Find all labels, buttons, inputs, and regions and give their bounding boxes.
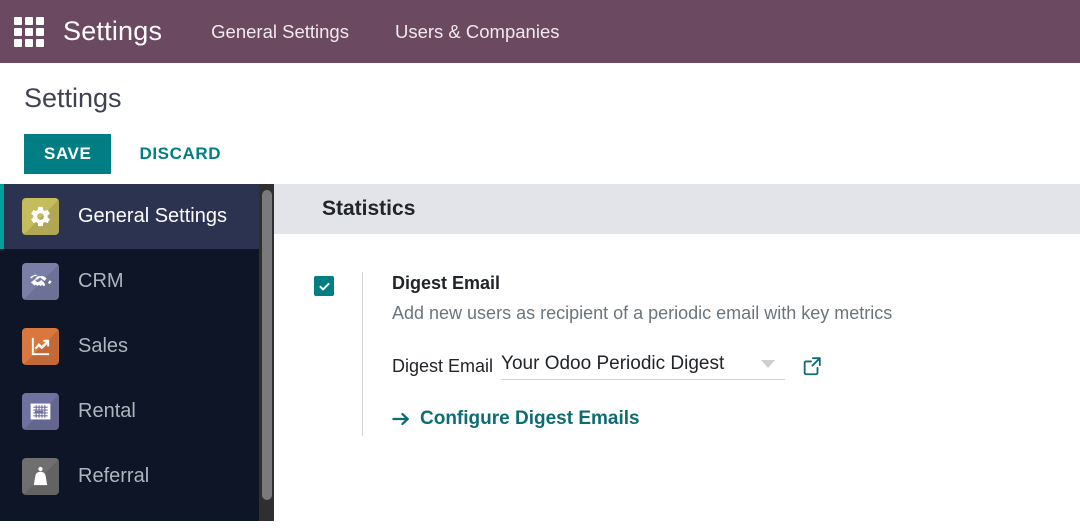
save-button[interactable]: SAVE (24, 134, 112, 174)
settings-main-panel: Statistics Digest Email Add new users as… (274, 184, 1080, 521)
digest-email-select[interactable]: Your Odoo Periodic Digest (501, 352, 786, 380)
configure-digest-emails-link[interactable]: Configure Digest Emails (392, 408, 892, 430)
handshake-icon (22, 263, 59, 300)
sidebar-item-label: Referral (78, 465, 150, 487)
page-title: Settings (24, 83, 122, 113)
apps-grid-icon[interactable] (14, 16, 44, 47)
topmenu-users-companies[interactable]: Users & Companies (395, 21, 560, 43)
brand-title[interactable]: Settings (63, 16, 162, 47)
digest-email-select-value: Your Odoo Periodic Digest (501, 352, 725, 374)
section-band: Statistics (274, 184, 1080, 234)
setting-description: Add new users as recipient of a periodic… (392, 302, 893, 323)
sidebar-item-crm[interactable]: CRM (0, 249, 274, 314)
section-title: Statistics (322, 197, 416, 220)
content-area: General Settings CRM Sales Rental Referr… (0, 184, 1080, 521)
arrow-right-icon (392, 411, 411, 427)
sidebar-item-label: Rental (78, 400, 136, 422)
chevron-down-icon[interactable] (761, 359, 776, 368)
sidebar-item-referral[interactable]: Referral (0, 444, 274, 509)
sidebar-item-label: CRM (78, 270, 124, 292)
configure-digest-emails-label: Configure Digest Emails (420, 407, 640, 429)
sidebar-item-label: General Settings (78, 205, 227, 227)
chart-up-icon (22, 328, 59, 365)
sidebar-item-sales[interactable]: Sales (0, 314, 274, 379)
digest-email-field-row: Digest Email Your Odoo Periodic Digest (392, 353, 892, 380)
external-link-icon[interactable] (801, 355, 823, 377)
topmenu-general-settings[interactable]: General Settings (211, 21, 349, 43)
top-navigation-bar: Settings General Settings Users & Compan… (0, 0, 1080, 63)
digest-email-checkbox[interactable] (314, 276, 334, 296)
action-button-row: SAVE DISCARD (24, 134, 1080, 174)
calendar-icon (22, 393, 59, 430)
setting-content: Digest Email Add new users as recipient … (363, 272, 892, 436)
sidebar-scrollbar-track[interactable] (259, 184, 274, 521)
sidebar-item-label: Sales (78, 335, 129, 357)
page-header: Settings SAVE DISCARD (0, 63, 1080, 174)
sidebar-item-rental[interactable]: Rental (0, 379, 274, 444)
digest-email-field-label: Digest Email (392, 355, 494, 376)
cape-person-icon (22, 458, 59, 495)
discard-button[interactable]: DISCARD (123, 134, 237, 174)
setting-title: Digest Email (392, 273, 501, 293)
settings-sidebar: General Settings CRM Sales Rental Referr… (0, 184, 274, 521)
sidebar-scrollbar-thumb[interactable] (261, 190, 272, 500)
sidebar-item-general-settings[interactable]: General Settings (0, 184, 274, 249)
gear-icon (22, 198, 59, 235)
digest-email-setting: Digest Email Add new users as recipient … (274, 272, 1080, 436)
